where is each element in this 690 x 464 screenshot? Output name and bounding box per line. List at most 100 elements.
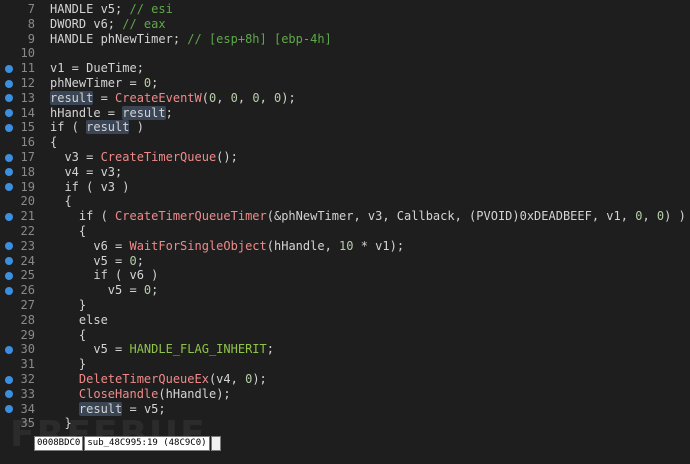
code-line[interactable]: 28 else <box>0 313 690 328</box>
line-code: { <box>50 135 57 150</box>
breakpoint-dot-icon[interactable] <box>5 183 13 192</box>
code-line[interactable]: 24 v5 = 0; <box>0 254 690 269</box>
code-token: , <box>216 90 231 105</box>
line-code: DWORD v6; // eax <box>50 17 166 32</box>
code-token-fn[interactable]: DeleteTimerQueueEx <box>79 372 209 386</box>
breakpoint-dot-icon[interactable] <box>5 405 13 414</box>
line-number: 28 <box>20 312 35 327</box>
breakpoint-dot-icon[interactable] <box>5 94 13 103</box>
code-line[interactable]: 12 phNewTimer = 0; <box>0 76 690 91</box>
code-token-fn[interactable]: CreateTimerQueue <box>101 150 217 164</box>
code-line[interactable]: 8 DWORD v6; // eax <box>0 17 690 32</box>
code-line[interactable]: 21 if ( CreateTimerQueueTimer(&phNewTime… <box>0 209 690 224</box>
code-token-hl[interactable]: result <box>122 105 166 120</box>
line-number: 34 <box>20 401 35 416</box>
pseudocode-editor[interactable]: 7 HANDLE v5; // esi 8 DWORD v6; // eax 9 HAND… <box>0 2 690 432</box>
code-line[interactable]: 33 CloseHandle(hHandle); <box>0 387 690 402</box>
code-token: HANDLE v5; <box>50 2 130 16</box>
code-token-fn[interactable]: WaitForSingleObject <box>129 239 266 253</box>
code-token: (v4, <box>208 371 246 386</box>
code-token: phNewTimer = <box>50 75 144 90</box>
code-line[interactable]: 25 if ( v6 ) <box>0 268 690 283</box>
code-line[interactable]: 30 v5 = HANDLE_FLAG_INHERIT; <box>0 342 690 357</box>
code-line[interactable]: 20 { <box>0 194 690 209</box>
code-token: , <box>259 90 275 105</box>
code-token-cm: // esi <box>129 2 173 16</box>
line-number: 19 <box>20 179 35 194</box>
breakpoint-dot-icon[interactable] <box>5 286 13 295</box>
breakpoint-dot-icon[interactable] <box>5 242 13 251</box>
code-token: , <box>237 90 253 105</box>
line-number: 7 <box>27 2 35 16</box>
status-bar: 0008BDC0 sub_48C995:19 (48C9C0) <box>34 436 221 451</box>
code-token: ); <box>281 90 296 105</box>
breakpoint-dot-icon[interactable] <box>5 257 13 266</box>
line-number: 8 <box>27 16 35 31</box>
line-number: 20 <box>20 194 35 209</box>
line-code: phNewTimer = 0; <box>50 76 158 91</box>
code-line[interactable]: 9 HANDLE phNewTimer; // [esp+8h] [ebp-4h] <box>0 32 690 47</box>
code-token: = v5; <box>122 401 166 416</box>
breakpoint-dot-icon[interactable] <box>5 212 13 221</box>
line-code: if ( v3 ) <box>50 180 129 195</box>
code-line[interactable]: 32 DeleteTimerQueueEx(v4, 0); <box>0 372 690 387</box>
code-token-hl[interactable]: result <box>86 120 130 135</box>
line-number: 25 <box>20 268 35 283</box>
code-line[interactable]: 16 { <box>0 135 690 150</box>
code-token: } <box>50 416 72 431</box>
code-line[interactable]: 23 v6 = WaitForSingleObject(hHandle, 10 … <box>0 239 690 254</box>
code-token-fn[interactable]: CreateTimerQueueTimer <box>115 209 267 223</box>
line-code: v6 = WaitForSingleObject(hHandle, 10 * v… <box>50 239 404 254</box>
line-number: 13 <box>20 90 35 105</box>
code-line[interactable]: 15 if ( result ) <box>0 120 690 135</box>
code-line[interactable]: 31 } <box>0 357 690 372</box>
code-token: = <box>93 90 116 105</box>
code-token: v5 = <box>50 342 130 357</box>
code-token: (); <box>216 149 238 164</box>
code-token-hl[interactable]: result <box>78 401 123 416</box>
code-line[interactable]: 35 } <box>0 416 690 431</box>
code-line[interactable]: 22 { <box>0 224 690 239</box>
code-token: ) <box>129 120 144 135</box>
line-code: v3 = CreateTimerQueue(); <box>50 149 238 165</box>
breakpoint-dot-icon[interactable] <box>5 272 13 281</box>
line-number: 16 <box>20 135 35 150</box>
code-token: v1 = DueTime; <box>50 61 144 76</box>
code-token: , <box>642 209 657 224</box>
breakpoint-dot-icon[interactable] <box>5 79 13 88</box>
code-token-fn[interactable]: CloseHandle <box>79 387 158 401</box>
breakpoint-dot-icon[interactable] <box>5 375 13 384</box>
breakpoint-dot-icon[interactable] <box>5 124 13 133</box>
code-line[interactable]: 26 v5 = 0; <box>0 283 690 298</box>
code-token: { <box>50 194 72 209</box>
line-number: 22 <box>20 223 35 238</box>
code-line[interactable]: 19 if ( v3 ) <box>0 180 690 195</box>
code-line[interactable]: 29 { <box>0 328 690 343</box>
code-line[interactable]: 14 hHandle = result; <box>0 105 690 121</box>
breakpoint-dot-icon[interactable] <box>5 153 13 162</box>
line-number: 23 <box>20 238 35 253</box>
breakpoint-dot-icon[interactable] <box>5 109 13 118</box>
code-line[interactable]: 11 v1 = DueTime; <box>0 61 690 76</box>
code-line[interactable]: 7 HANDLE v5; // esi <box>0 2 690 17</box>
code-token: v4 = v3; <box>50 164 123 179</box>
breakpoint-dot-icon[interactable] <box>5 168 13 177</box>
code-line[interactable]: 27 } <box>0 298 690 313</box>
line-number: 18 <box>20 164 35 179</box>
code-line[interactable]: 13 result = CreateEventW(0, 0, 0, 0); <box>0 90 690 106</box>
breakpoint-dot-icon[interactable] <box>5 346 13 355</box>
line-number: 35 <box>20 416 35 431</box>
code-line[interactable]: 10 <box>0 46 690 61</box>
breakpoint-dot-icon[interactable] <box>5 390 13 399</box>
code-line[interactable]: 34 result = v5; <box>0 401 690 417</box>
line-number: 29 <box>20 327 35 342</box>
code-line[interactable]: 18 v4 = v3; <box>0 165 690 180</box>
code-token-fn[interactable]: CreateEventW <box>115 91 202 105</box>
code-token: ) ) <box>664 209 686 224</box>
code-line[interactable]: 17 v3 = CreateTimerQueue(); <box>0 150 690 165</box>
breakpoint-dot-icon[interactable] <box>5 64 13 73</box>
line-number: 14 <box>20 105 35 120</box>
code-token-hl[interactable]: result <box>50 90 94 105</box>
